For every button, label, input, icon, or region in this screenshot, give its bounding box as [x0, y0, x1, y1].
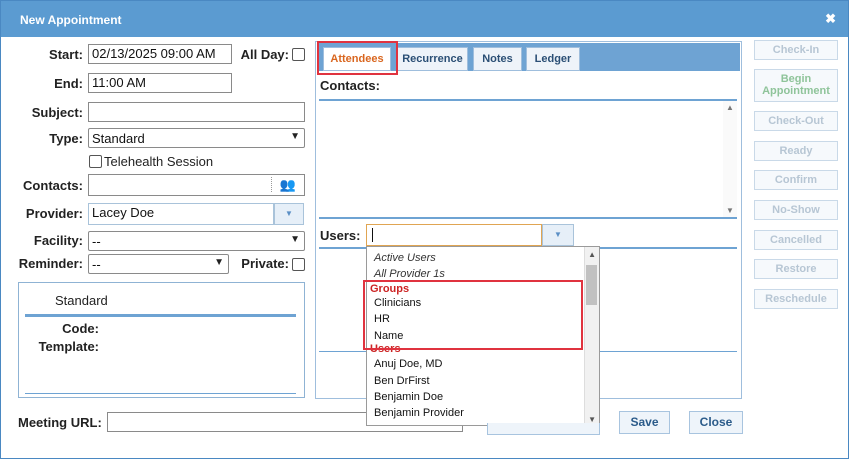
private-label: Private: [241, 256, 289, 271]
users-input[interactable] [366, 224, 542, 246]
provider-dropdown-button[interactable]: ▼ [274, 203, 304, 225]
dropdown-item-all-provider-1s[interactable]: All Provider 1s [374, 268, 445, 280]
close-icon[interactable]: ✖ [825, 11, 836, 27]
tab-notes[interactable]: Notes [473, 47, 522, 71]
telehealth-label: Telehealth Session [104, 154, 214, 169]
scroll-down-icon[interactable]: ▼ [726, 206, 734, 215]
hidden-footer-button[interactable] [487, 423, 600, 435]
dropdown-item-ben-drfirst[interactable]: Ben DrFirst [374, 375, 430, 387]
private-checkbox[interactable] [292, 258, 305, 271]
reschedule-button[interactable]: Reschedule [754, 289, 838, 309]
chevron-down-icon: ▼ [285, 209, 293, 218]
reminder-label: Reminder: [18, 256, 83, 271]
contact-lookup-icon[interactable]: 👥 [280, 177, 296, 193]
dropdown-item-active-users[interactable]: Active Users [374, 252, 436, 264]
subject-input[interactable] [88, 102, 305, 122]
meeting-url-label: Meeting URL: [18, 415, 102, 430]
dropdown-item-benjamin-provider[interactable]: Benjamin Provider [374, 407, 464, 419]
new-appointment-dialog: New Appointment ✖ Start: 02/13/2025 09:0… [0, 0, 849, 459]
facility-label: Facility: [33, 233, 83, 248]
type-value: Standard [92, 131, 145, 146]
tab-recurrence[interactable]: Recurrence [397, 47, 468, 71]
chevron-down-icon: ▼ [290, 131, 300, 142]
provider-input[interactable]: Lacey Doe [88, 203, 274, 225]
chevron-down-icon: ▼ [214, 257, 224, 268]
scroll-up-icon[interactable]: ▲ [726, 103, 734, 112]
type-label: Type: [49, 131, 83, 146]
start-label: Start: [49, 47, 83, 62]
users-label: Users: [320, 228, 361, 243]
chevron-down-icon: ▼ [290, 234, 300, 245]
close-button[interactable]: Close [689, 411, 743, 434]
dropdown-item-anuj-doe[interactable]: Anuj Doe, MD [374, 358, 442, 370]
start-input[interactable]: 02/13/2025 09:00 AM [88, 44, 232, 64]
facility-select[interactable]: -- ▼ [88, 231, 305, 251]
allday-checkbox[interactable] [292, 48, 305, 61]
highlight-groups [363, 280, 583, 350]
restore-button[interactable]: Restore [754, 259, 838, 279]
type-select[interactable]: Standard ▼ [88, 128, 305, 148]
reminder-value: -- [92, 257, 101, 272]
contacts-label: Contacts: [23, 178, 83, 193]
end-label: End: [54, 76, 83, 91]
chevron-down-icon: ▼ [554, 230, 562, 239]
highlight-attendees-tab [317, 41, 398, 75]
reminder-select[interactable]: -- ▼ [88, 254, 229, 274]
scroll-up-icon[interactable]: ▲ [588, 250, 596, 259]
begin-appointment-button[interactable]: Begin Appointment [754, 69, 838, 102]
subject-label: Subject: [31, 105, 83, 120]
type-panel-title: Standard [55, 293, 108, 308]
type-detail-panel: Standard Code: Template: [18, 282, 305, 398]
dialog-titlebar: New Appointment ✖ [1, 1, 848, 37]
tab-ledger[interactable]: Ledger [526, 47, 580, 71]
contacts-input[interactable]: 👥 [88, 174, 305, 196]
facility-value: -- [92, 234, 101, 249]
check-out-button[interactable]: Check-Out [754, 111, 838, 131]
save-button[interactable]: Save [619, 411, 670, 434]
dropdown-scrollbar[interactable]: ▲ ▼ [584, 247, 599, 425]
check-in-button[interactable]: Check-In [754, 40, 838, 60]
code-label: Code: [62, 321, 99, 336]
attendee-contacts-label: Contacts: [320, 78, 380, 93]
allday-label: All Day: [240, 47, 289, 62]
template-label: Template: [38, 339, 99, 354]
cancelled-button[interactable]: Cancelled [754, 230, 838, 250]
users-dropdown-button[interactable]: ▼ [542, 224, 574, 246]
dialog-title: New Appointment [20, 13, 122, 27]
attendee-contacts-list[interactable]: ▲ ▼ [319, 99, 737, 217]
no-show-button[interactable]: No-Show [754, 200, 838, 220]
dropdown-item-benjamin-doe[interactable]: Benjamin Doe [374, 391, 443, 403]
ready-button[interactable]: Ready [754, 141, 838, 161]
confirm-button[interactable]: Confirm [754, 170, 838, 190]
telehealth-checkbox[interactable] [89, 155, 102, 168]
contacts-scrollbar[interactable]: ▲ ▼ [723, 101, 737, 217]
scroll-thumb[interactable] [586, 265, 597, 305]
provider-label: Provider: [25, 206, 83, 221]
end-input[interactable]: 11:00 AM [88, 73, 232, 93]
